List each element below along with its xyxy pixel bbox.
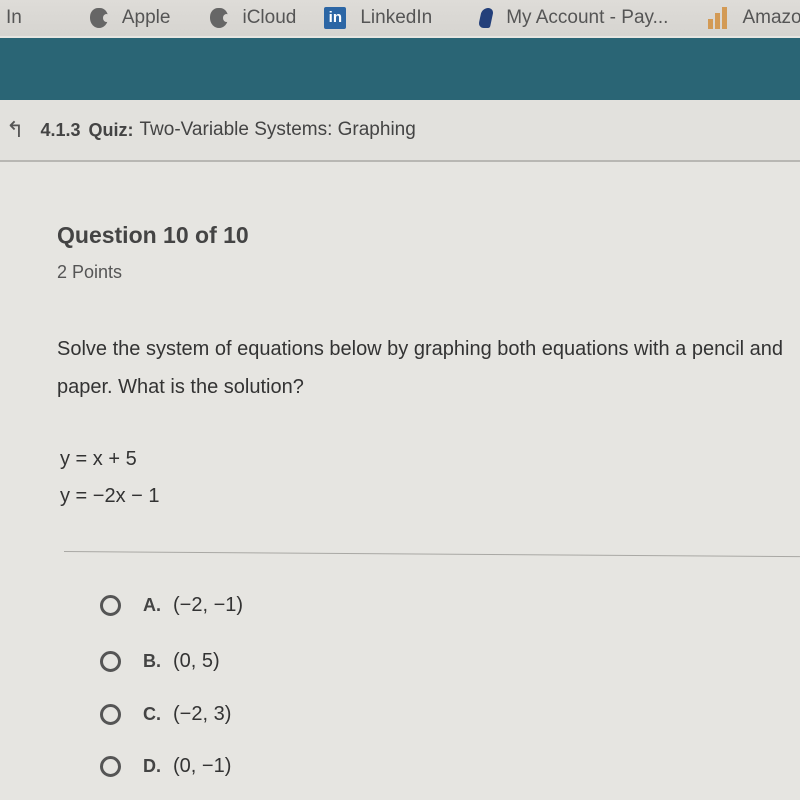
radio-button[interactable] xyxy=(100,595,121,616)
back-arrow-icon[interactable]: ↰ xyxy=(6,117,24,143)
option-value: (−2, 3) xyxy=(173,703,232,725)
bookmark-linkedin[interactable]: in LinkedIn xyxy=(324,7,432,29)
bookmark-apple[interactable]: Apple xyxy=(89,7,171,29)
bookmark-label: iCloud xyxy=(242,7,297,28)
question-prompt: Solve the system of equations below by g… xyxy=(57,338,784,398)
option-letter: A. xyxy=(143,595,161,615)
bookmark-label: Amazon.com S xyxy=(742,7,800,28)
quiz-title: Two-Variable Systems: Graphing xyxy=(139,119,416,140)
bookmark-amazon[interactable]: Amazon.com S xyxy=(708,7,800,29)
option-value: (0, 5) xyxy=(173,650,220,672)
option-d[interactable]: D. (0, −1) xyxy=(100,755,231,778)
apple-icon xyxy=(89,8,110,28)
option-letter: C. xyxy=(143,704,161,724)
bookmark-in[interactable]: In xyxy=(6,7,22,29)
bookmark-label: My Account - Pay... xyxy=(506,7,669,28)
quiz-code: 4.1.3 xyxy=(40,119,81,140)
linkedin-icon: in xyxy=(324,7,347,29)
option-value: (0, −1) xyxy=(173,755,232,777)
bookmark-label: LinkedIn xyxy=(360,7,433,28)
equation-2: y = −2x − 1 xyxy=(60,485,160,507)
option-c[interactable]: C. (−2, 3) xyxy=(100,703,231,726)
question-heading: Question 10 of 10 xyxy=(57,222,249,248)
radio-button[interactable] xyxy=(100,651,121,672)
option-b[interactable]: B. (0, 5) xyxy=(100,650,220,673)
bookmark-icloud[interactable]: iCloud xyxy=(210,7,296,29)
apple-icon xyxy=(210,8,231,28)
equation-1: y = x + 5 xyxy=(60,448,137,470)
option-letter: B. xyxy=(143,651,161,671)
question-points: 2 Points xyxy=(57,262,123,282)
bookmarks-bar: In Apple iCloud in LinkedIn My Account -… xyxy=(0,0,800,36)
divider xyxy=(63,551,800,558)
option-letter: D. xyxy=(143,756,161,776)
option-a[interactable]: A. (−2, −1) xyxy=(100,594,243,617)
quiz-type: Quiz: xyxy=(88,119,134,140)
bookmark-label: In xyxy=(6,7,22,28)
paypal-icon xyxy=(478,8,495,28)
bookmark-paypal[interactable]: My Account - Pay... xyxy=(478,7,669,29)
radio-button[interactable] xyxy=(100,704,121,725)
brand-bar xyxy=(0,38,800,100)
bookmark-label: Apple xyxy=(121,7,171,28)
amazon-chart-icon xyxy=(708,7,728,29)
option-value: (−2, −1) xyxy=(173,594,244,616)
quiz-header: ↰ 4.1.3 Quiz: Two-Variable Systems: Grap… xyxy=(0,100,800,162)
radio-button[interactable] xyxy=(100,756,121,777)
